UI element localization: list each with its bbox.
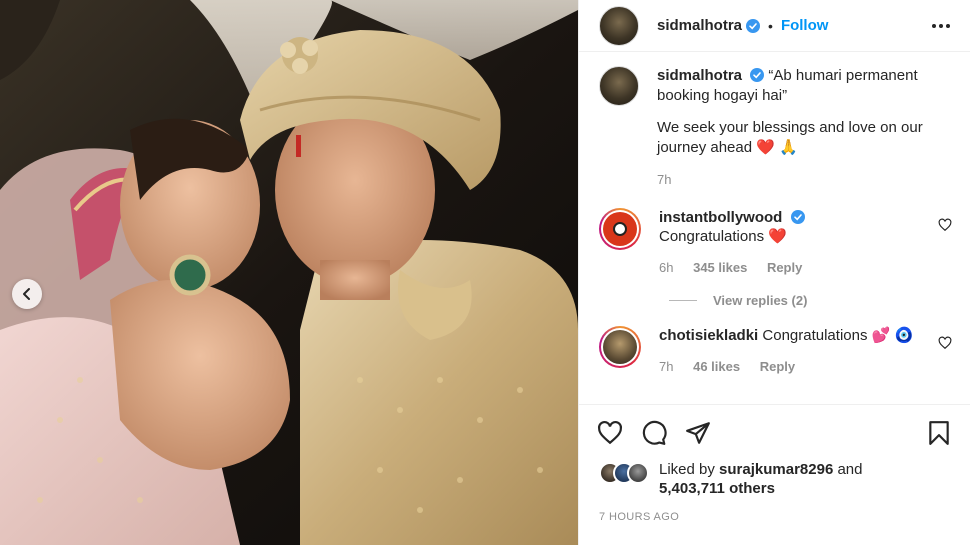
caption-avatar[interactable] [599, 66, 639, 106]
instagram-post: sidmalhotra • Follow sidmalhotra “Ab hum… [0, 0, 970, 545]
bookmark-icon[interactable] [926, 420, 952, 446]
comment-emoji: ❤️ [768, 228, 787, 245]
commenter-avatar[interactable] [599, 208, 641, 250]
reply-button[interactable]: Reply [760, 359, 795, 374]
verified-badge-icon [746, 18, 761, 33]
comment-likes[interactable]: 345 likes [693, 260, 747, 275]
liked-by-and: and [837, 461, 863, 478]
commenter-avatar[interactable] [599, 326, 641, 368]
author-avatar[interactable] [599, 5, 639, 46]
caption-meta: 7h [657, 170, 947, 190]
caption-time[interactable]: 7h [657, 172, 671, 187]
comment-item: chotisiekladki Congratulations 💕 🧿 7h 46… [599, 326, 952, 376]
comment-like-heart-icon[interactable] [938, 218, 952, 232]
comment-meta: 6h 345 likes Reply [659, 258, 929, 277]
likes-count[interactable]: 5,403,711 others [659, 480, 775, 497]
liker-avatars[interactable] [599, 462, 659, 484]
post-header: sidmalhotra • Follow [579, 0, 970, 52]
chevron-left-icon [23, 288, 30, 300]
author-username[interactable]: sidmalhotra [657, 17, 742, 34]
view-replies-label: View replies (2) [713, 293, 808, 308]
share-icon[interactable] [685, 420, 711, 446]
likes-summary: Liked by surajkumar8296 and 5,403,711 ot… [579, 460, 970, 498]
post-caption: sidmalhotra “Ab humari permanent booking… [599, 66, 952, 190]
comment-likes[interactable]: 46 likes [693, 359, 740, 374]
replies-divider [669, 300, 697, 301]
wedding-photo-illustration [0, 0, 578, 545]
follow-button[interactable]: Follow [781, 17, 829, 34]
caption-username[interactable]: sidmalhotra [657, 67, 742, 84]
reply-button[interactable]: Reply [767, 260, 802, 275]
header-separator: • [768, 17, 773, 34]
comment-emoji: 💕 🧿 [871, 327, 914, 344]
liker-avatar [627, 462, 649, 484]
post-photo[interactable] [0, 0, 578, 545]
comment-text: Congratulations [762, 327, 868, 344]
caption-emojis: ❤️ 🙏 [756, 139, 798, 156]
comments-section[interactable]: sidmalhotra “Ab humari permanent booking… [579, 52, 970, 404]
heart-icon[interactable] [597, 420, 623, 446]
comment-meta: 7h 46 likes Reply [659, 357, 929, 376]
comment-like-heart-icon[interactable] [938, 336, 952, 350]
liked-by-user[interactable]: surajkumar8296 [719, 461, 833, 478]
comment-time[interactable]: 6h [659, 260, 673, 275]
more-options-icon[interactable] [930, 15, 952, 37]
comment-icon[interactable] [641, 420, 667, 446]
view-replies-button[interactable]: View replies (2) [669, 293, 952, 308]
commenter-username[interactable]: instantbollywood [659, 209, 782, 226]
liked-by-prefix: Liked by [659, 461, 715, 478]
post-side-panel: sidmalhotra • Follow sidmalhotra “Ab hum… [578, 0, 970, 545]
previous-photo-button[interactable] [12, 279, 42, 309]
commenter-username[interactable]: chotisiekladki [659, 327, 758, 344]
comment-item: instantbollywood Congratulations ❤️ 6h 3… [599, 208, 952, 277]
verified-badge-icon [790, 210, 805, 224]
verified-badge-icon [750, 68, 765, 82]
post-timestamp[interactable]: 7 HOURS AGO [579, 511, 970, 523]
post-actions-bar [579, 404, 970, 460]
comment-time[interactable]: 7h [659, 359, 673, 374]
comment-text: Congratulations [659, 228, 765, 245]
